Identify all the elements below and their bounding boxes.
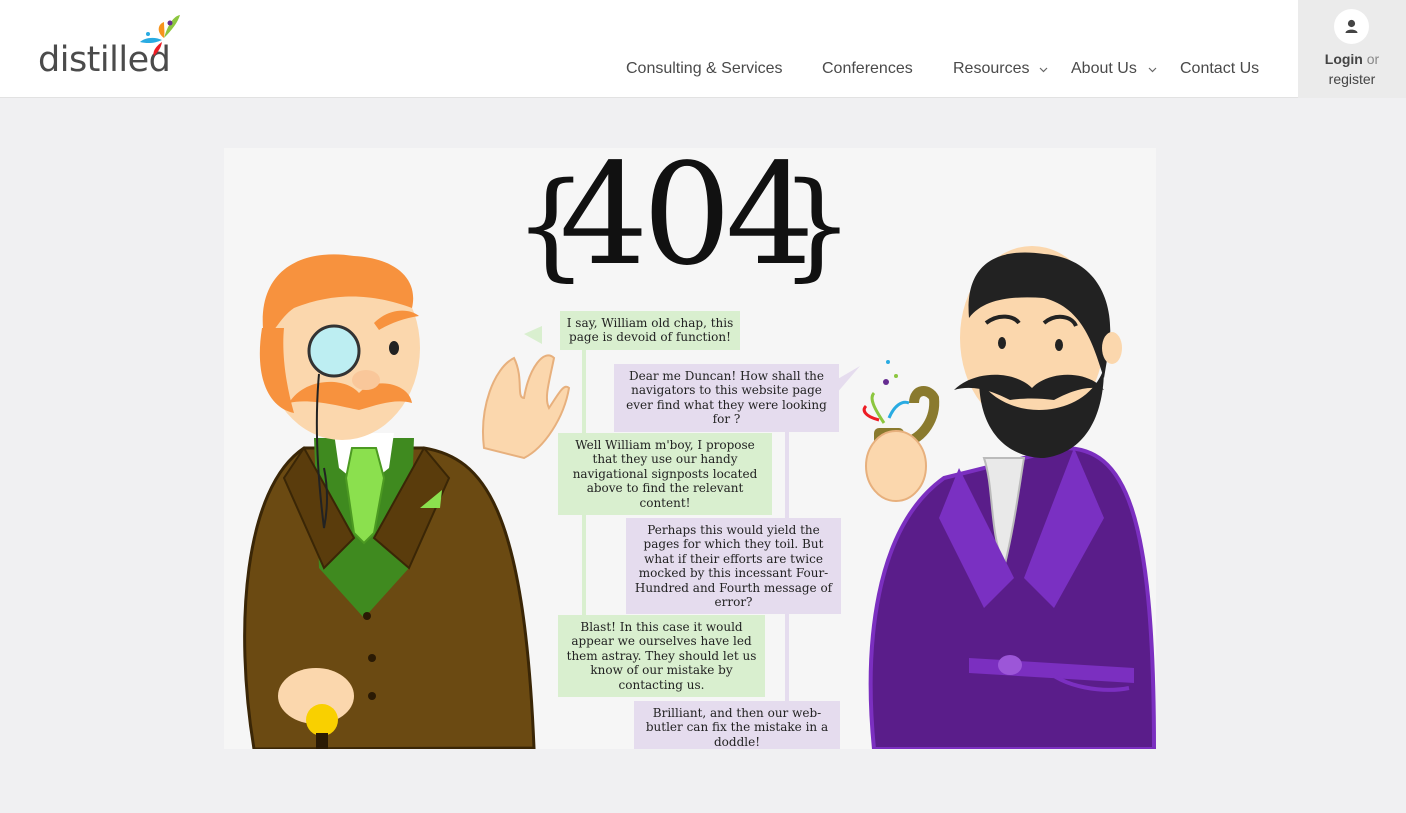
login-row: Login or	[1298, 51, 1406, 67]
nav-conferences[interactable]: Conferences	[822, 60, 913, 78]
nav-about-us[interactable]: About Us	[1071, 60, 1137, 78]
chevron-down-icon[interactable]	[1039, 65, 1048, 74]
site-header: distilled Consulting & Services Conferen…	[0, 0, 1406, 98]
error-404-illustration: { 404 } I say, William old chap, this pa…	[224, 148, 1156, 749]
distilled-logo[interactable]: distilled	[38, 14, 183, 80]
title-close-brace: }	[780, 158, 854, 293]
right-gentleman	[862, 246, 1156, 749]
chevron-down-icon[interactable]	[1148, 65, 1157, 74]
dialogue-bubble-4: Perhaps this would yield the pages for w…	[626, 518, 841, 615]
dialogue-bubble-2: Dear me Duncan! How shall the navigators…	[614, 364, 839, 432]
logo-splash-icon	[140, 15, 180, 56]
left-gentleman	[243, 254, 571, 749]
dialogue-bubble-1: I say, William old chap, this page is de…	[560, 311, 740, 350]
login-or-text: or	[1366, 51, 1380, 67]
nav-contact-us[interactable]: Contact Us	[1180, 60, 1259, 78]
nav-resources[interactable]: Resources	[953, 60, 1029, 78]
register-row: register	[1298, 71, 1406, 87]
user-icon[interactable]	[1334, 9, 1369, 44]
error-404-title: { 404 }	[514, 148, 854, 310]
dialogue-bubble-3: Well William m'boy, I propose that they …	[558, 433, 772, 516]
register-link[interactable]: register	[1329, 71, 1376, 87]
title-digits: 404	[559, 148, 814, 297]
dialogue-bubble-5: Blast! In this case it would appear we o…	[558, 615, 765, 698]
login-link[interactable]: Login	[1325, 51, 1363, 67]
dialogue-bubble-6: Brilliant, and then our web-butler can f…	[634, 701, 840, 749]
login-panel: Login or register	[1298, 0, 1406, 98]
nav-consulting-services[interactable]: Consulting & Services	[626, 60, 783, 78]
